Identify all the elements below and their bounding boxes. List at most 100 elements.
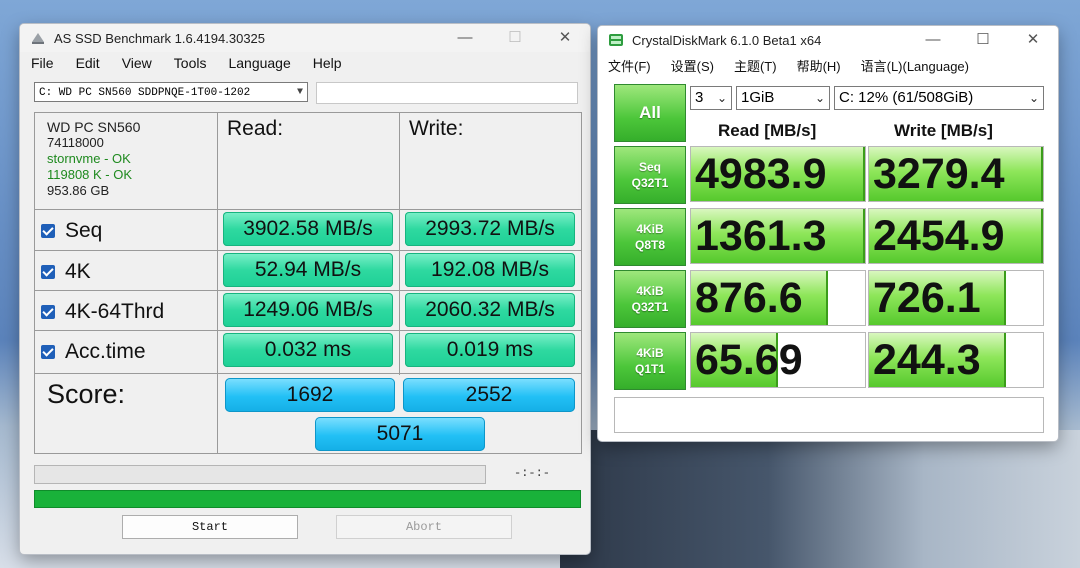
chevron-down-icon: ▼: [296, 87, 303, 98]
size-value: 1GiB: [741, 89, 775, 106]
desktop-background: [560, 430, 1080, 568]
4kib-q32t1-read-value: 876.6: [695, 274, 803, 322]
read-header: Read:: [227, 117, 284, 140]
menu-help[interactable]: 帮助(H): [787, 56, 851, 75]
row-4k-64thrd: 4K-64Thrd: [41, 296, 164, 328]
abort-button[interactable]: Abort: [336, 515, 512, 539]
4kib-q32t1-read-cell: 876.6: [690, 270, 866, 326]
drive-select[interactable]: C: 12% (61/508GiB) ⌄: [834, 86, 1044, 110]
seq-read-result: 3902.58 MB/s: [223, 212, 393, 246]
seq-q32t1-read-cell: 4983.9: [690, 146, 866, 202]
menu-language[interactable]: 语言(L)(Language): [851, 56, 979, 75]
count-select[interactable]: 3 ⌄: [690, 86, 732, 110]
row-label: 4K-64Thrd: [65, 300, 165, 323]
acc-write-result: 0.019 ms: [405, 333, 575, 367]
maximize-icon[interactable]: ☐: [490, 24, 540, 52]
row-label: Acc.time: [65, 340, 146, 363]
driver-status: stornvme - OK: [47, 151, 131, 166]
maximize-icon[interactable]: ☐: [958, 26, 1008, 54]
status-bar: [614, 397, 1044, 433]
row-4k: 4K: [41, 256, 91, 288]
4k64-read-result: 1249.06 MB/s: [223, 293, 393, 327]
test-seq-q32t1-button[interactable]: Seq Q32T1: [614, 146, 686, 204]
test-params: Q8T8: [634, 238, 665, 252]
score-read: 1692: [225, 378, 395, 412]
drive-model: WD PC SN560: [47, 119, 141, 135]
read-header: Read [MB/s]: [718, 121, 817, 140]
close-icon[interactable]: ✕: [540, 24, 590, 52]
checkbox-acc-time[interactable]: [41, 345, 55, 359]
row-acc-time: Acc.time: [41, 336, 146, 368]
elapsed-time: -:-:-: [514, 466, 551, 480]
score-total: 5071: [315, 417, 485, 451]
checkbox-4k[interactable]: [41, 265, 55, 279]
progress-bar-total: [34, 490, 581, 508]
menu-edit[interactable]: Edit: [65, 55, 111, 71]
title-bar: CrystalDiskMark 6.1.0 Beta1 x64 — ☐ ✕: [598, 26, 1058, 54]
4kib-q1t1-read-value: 65.69: [695, 336, 803, 384]
4kib-q8t8-read-value: 1361.3: [695, 212, 827, 260]
app-icon: [609, 34, 623, 46]
write-header: Write:: [409, 117, 464, 140]
window-title: AS SSD Benchmark 1.6.4194.30325: [54, 30, 266, 46]
score-write: 2552: [403, 378, 575, 412]
start-button[interactable]: Start: [122, 515, 298, 539]
test-4kib-q8t8-button[interactable]: 4KiB Q8T8: [614, 208, 686, 266]
checkbox-4k-64thrd[interactable]: [41, 305, 55, 319]
test-params: Q32T1: [631, 300, 669, 314]
4kib-q8t8-write-cell: 2454.9: [868, 208, 1044, 264]
row-label: 4K: [65, 260, 91, 283]
test-4kib-q1t1-button[interactable]: 4KiB Q1T1: [614, 332, 686, 390]
test-4kib-q32t1-button[interactable]: 4KiB Q32T1: [614, 270, 686, 328]
row-seq: Seq: [41, 215, 102, 247]
test-params: Q1T1: [634, 362, 665, 376]
seq-q32t1-write-cell: 3279.4: [868, 146, 1044, 202]
4kib-q8t8-read-cell: 1361.3: [690, 208, 866, 264]
chevron-down-icon: ⌄: [814, 91, 825, 105]
seq-q32t1-read-value: 4983.9: [695, 150, 827, 198]
as-ssd-window: AS SSD Benchmark 1.6.4194.30325 — ☐ ✕ Fi…: [20, 24, 590, 554]
menu-help[interactable]: Help: [302, 55, 353, 71]
checkbox-seq[interactable]: [41, 224, 55, 238]
drive-dropdown[interactable]: C: WD PC SN560 SDDPNQE-1T00-1202 ▼: [34, 82, 308, 102]
drive-value: C: 12% (61/508GiB): [839, 89, 974, 106]
4k-read-result: 52.94 MB/s: [223, 253, 393, 287]
4kib-q1t1-write-cell: 244.3: [868, 332, 1044, 388]
4k-write-result: 192.08 MB/s: [405, 253, 575, 287]
menu-settings[interactable]: 设置(S): [661, 56, 724, 75]
test-name: 4KiB: [636, 284, 664, 298]
chevron-down-icon: ⌄: [1028, 91, 1039, 105]
close-icon[interactable]: ✕: [1008, 26, 1058, 54]
acc-read-result: 0.032 ms: [223, 333, 393, 367]
4kib-q1t1-write-value: 244.3: [873, 336, 981, 384]
write-header: Write [MB/s]: [894, 121, 993, 140]
menu-file[interactable]: File: [20, 55, 65, 71]
window-title: CrystalDiskMark 6.1.0 Beta1 x64: [632, 32, 822, 48]
all-button[interactable]: All: [614, 84, 686, 142]
4kib-q32t1-write-value: 726.1: [873, 274, 981, 322]
4kib-q8t8-write-value: 2454.9: [873, 212, 1005, 260]
drive-firmware: 74118000: [47, 135, 104, 150]
test-name: 4KiB: [636, 346, 664, 360]
drive-dropdown-value: C: WD PC SN560 SDDPNQE-1T00-1202: [39, 87, 251, 99]
minimize-icon[interactable]: —: [908, 26, 958, 54]
menu-theme[interactable]: 主题(T): [724, 56, 787, 75]
title-bar: AS SSD Benchmark 1.6.4194.30325 — ☐ ✕: [20, 24, 590, 52]
4k64-write-result: 2060.32 MB/s: [405, 293, 575, 327]
4kib-q1t1-read-cell: 65.69: [690, 332, 866, 388]
row-label: Seq: [65, 219, 103, 242]
test-name: Seq: [638, 160, 661, 174]
app-icon: [32, 33, 44, 44]
menu-tools[interactable]: Tools: [163, 55, 218, 71]
menu-view[interactable]: View: [111, 55, 163, 71]
seq-q32t1-write-value: 3279.4: [873, 150, 1005, 198]
secondary-field: [316, 82, 578, 104]
menu-language[interactable]: Language: [217, 55, 301, 71]
alignment-status: 119808 K - OK: [47, 167, 133, 182]
crystaldiskmark-window: CrystalDiskMark 6.1.0 Beta1 x64 — ☐ ✕ 文件…: [598, 26, 1058, 441]
test-params: Q32T1: [631, 176, 669, 190]
minimize-icon[interactable]: —: [440, 24, 490, 52]
size-select[interactable]: 1GiB ⌄: [736, 86, 830, 110]
menu-file[interactable]: 文件(F): [598, 56, 661, 75]
seq-write-result: 2993.72 MB/s: [405, 212, 575, 246]
